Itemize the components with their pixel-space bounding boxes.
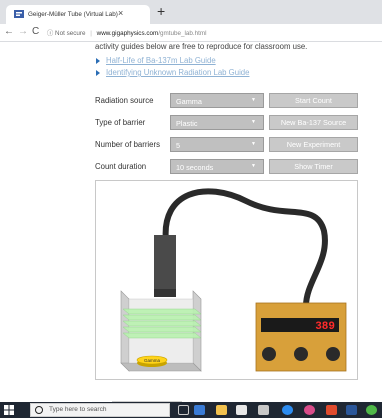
counter-knob-left [262,347,276,361]
microphone-icon[interactable] [178,405,189,415]
task-view-icon[interactable] [194,405,205,415]
tab-strip: Geiger-Müller Tube (Virtual Lab) × + [0,0,382,24]
back-arrow-icon[interactable]: ← [4,26,14,37]
windows-taskbar: Type here to search [0,402,382,418]
browser-tab[interactable]: Geiger-Müller Tube (Virtual Lab) × [6,5,150,24]
label-count-duration: Count duration [95,162,147,171]
show-timer-button[interactable]: Show Timer [269,159,358,174]
label-number-of-barriers: Number of barriers [95,140,160,149]
radiation-source-value: Gamma [176,97,202,106]
count-duration-value: 10 seconds [176,163,214,172]
guide-item-half-life: Half-Life of Ba-137m Lab Guide [96,56,216,65]
search-icon [35,406,43,414]
plastic-barriers [122,308,202,339]
count-duration-select[interactable]: 10 seconds ▼ [170,159,264,174]
label-radiation-source: Radiation source [95,96,154,105]
app-icon-red[interactable] [326,405,337,415]
tab-title: Geiger-Müller Tube (Virtual Lab) [28,11,118,18]
simulation-canvas[interactable]: Gamma 389 [95,180,358,380]
source-label: Gamma [144,358,161,363]
url-host: www.gigaphysics.com [96,30,159,37]
search-placeholder: Type here to search [49,406,107,413]
barrier-2 [122,314,202,321]
url-separator: | [90,30,92,37]
counter-knob-middle [294,347,308,361]
geiger-lab-illustration: Gamma 389 [120,188,347,372]
radiation-source-select[interactable]: Gamma ▼ [170,93,264,108]
counter-knob-right [326,347,340,361]
edge-browser-icon[interactable] [282,405,293,415]
new-tab-button[interactable]: + [157,3,165,19]
mail-icon[interactable] [258,405,269,415]
gm-tube-cable [162,188,328,309]
start-count-button[interactable]: Start Count [269,93,358,108]
counter-display: 389 [315,321,335,333]
bullet-triangle-icon [96,69,100,76]
word-icon[interactable] [346,405,357,415]
taskbar-search-box[interactable]: Type here to search [30,403,170,417]
intro-text: activity guides below are free to reprod… [95,42,308,51]
number-of-barriers-value: 5 [176,141,181,150]
bullet-triangle-icon [96,57,100,64]
url-field[interactable]: ⓘ Not secure | www.gigaphysics.com/gmtub… [47,28,207,37]
page-content: activity guides below are free to reprod… [0,42,382,402]
url-path: /gmtube_lab.html [158,30,207,37]
barrier-4 [122,326,202,333]
chrome-icon[interactable] [366,405,377,415]
barrier-1 [122,308,202,315]
reload-icon[interactable]: C [32,26,39,37]
address-bar: ← → C ⓘ Not secure | www.gigaphysics.com… [0,24,382,42]
app-icon-pink[interactable] [304,405,315,415]
barrier-3 [122,320,202,327]
forward-arrow-icon[interactable]: → [18,26,28,37]
info-icon[interactable]: ⓘ [47,30,53,37]
close-tab-icon[interactable]: × [118,8,123,18]
gm-tube-window [154,289,176,297]
new-experiment-button[interactable]: New Experiment [269,137,358,152]
security-label: Not secure [55,30,86,37]
browser-window: Geiger-Müller Tube (Virtual Lab) × + ← →… [0,0,382,418]
chevron-down-icon: ▼ [251,119,256,125]
file-explorer-icon[interactable] [216,405,227,415]
store-icon[interactable] [236,405,247,415]
chevron-down-icon: ▼ [251,97,256,103]
guide-link-unknown-radiation[interactable]: Identifying Unknown Radiation Lab Guide [106,68,249,77]
guide-link-half-life[interactable]: Half-Life of Ba-137m Lab Guide [106,56,216,65]
label-barrier-type: Type of barrier [95,118,146,127]
gm-tube [154,235,176,297]
guide-item-unknown-radiation: Identifying Unknown Radiation Lab Guide [96,68,249,77]
barrier-type-value: Plastic [176,119,198,128]
site-favicon-icon [14,10,24,18]
new-ba137-source-button[interactable]: New Ba-137 Source [269,115,358,130]
barrier-5 [122,332,202,339]
windows-start-icon[interactable] [4,405,14,415]
number-of-barriers-select[interactable]: 5 ▼ [170,137,264,152]
barrier-type-select[interactable]: Plastic ▼ [170,115,264,130]
chevron-down-icon: ▼ [251,163,256,169]
chevron-down-icon: ▼ [251,141,256,147]
